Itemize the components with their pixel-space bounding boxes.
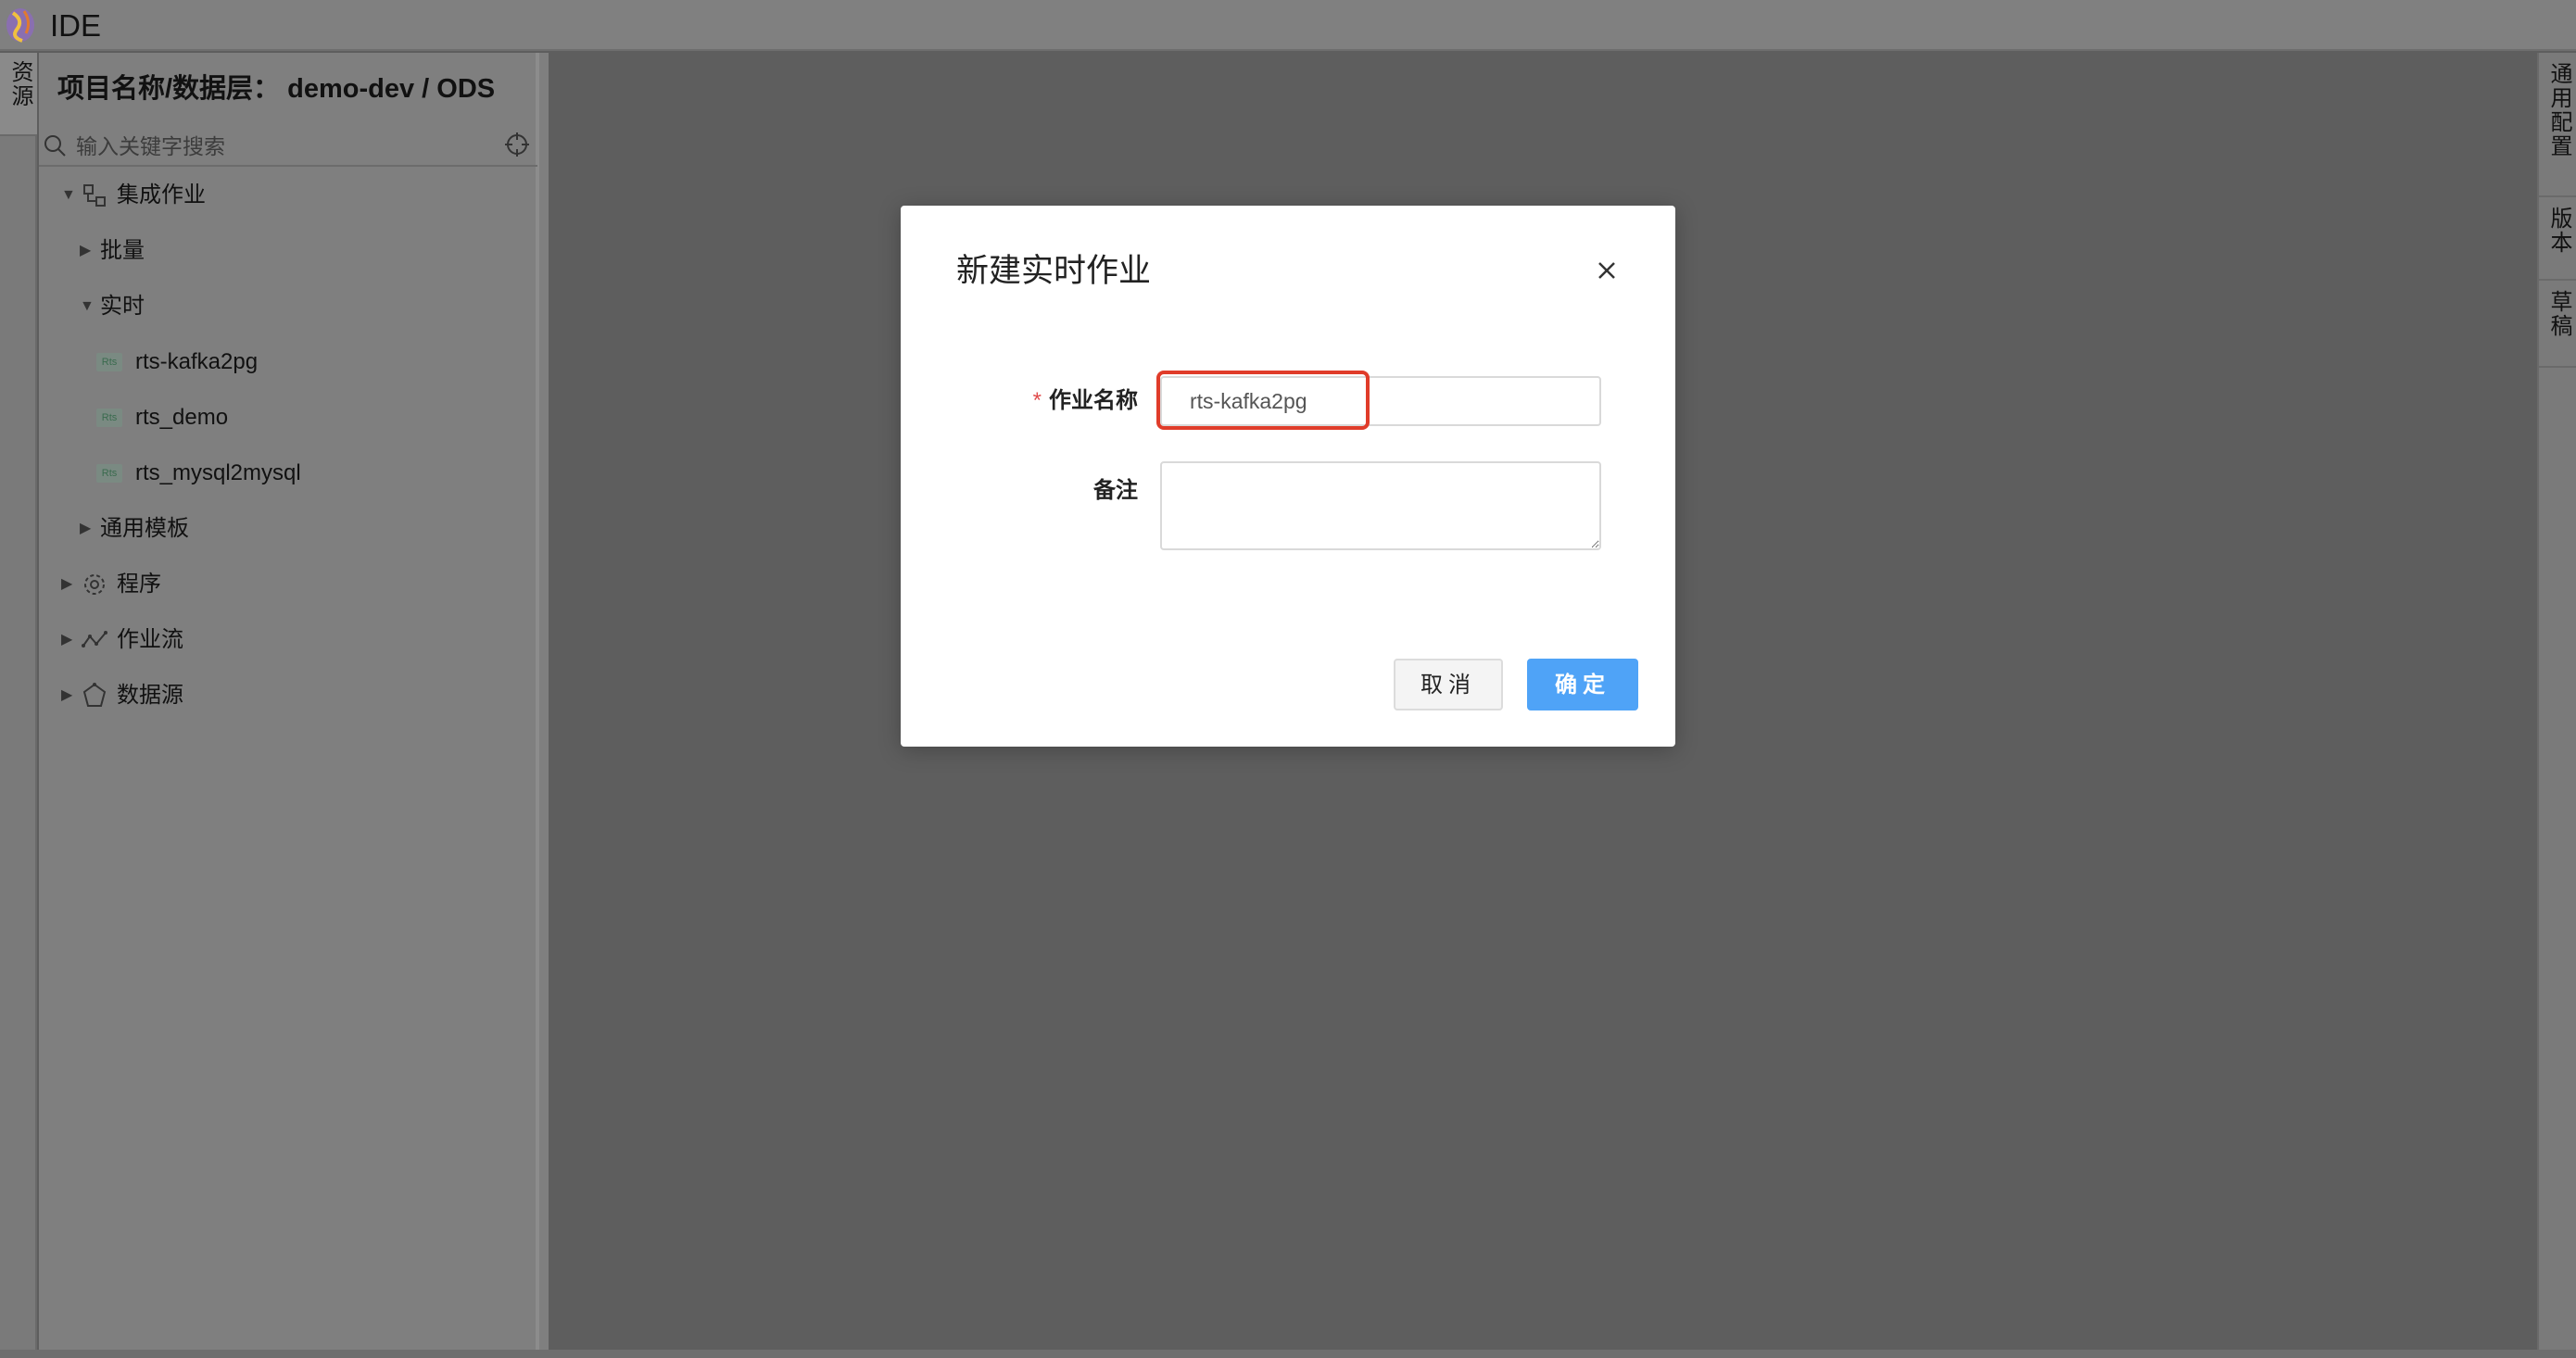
job-name-input[interactable] xyxy=(1160,376,1601,426)
tab-resources[interactable]: 资源 xyxy=(0,53,37,136)
tab-draft-label: 草稿 xyxy=(2546,290,2571,338)
integration-icon xyxy=(83,184,106,207)
datasource-icon xyxy=(82,683,107,707)
app-title: IDE xyxy=(50,8,102,43)
tree-node-label: 集成作业 xyxy=(117,182,206,207)
gear-icon xyxy=(84,574,105,595)
search-input[interactable] xyxy=(74,130,482,163)
tree-node-job-flows[interactable]: ▶ 作业流 xyxy=(61,622,183,659)
app-logo-icon xyxy=(6,8,34,43)
tab-general-config[interactable]: 通用配置 xyxy=(2537,53,2576,197)
tree-node-batch[interactable]: ▶ 批量 xyxy=(80,233,145,270)
tab-version-label: 版本 xyxy=(2546,207,2571,255)
tree-node-rts-kafka2pg[interactable]: Rts rts-kafka2pg xyxy=(96,344,258,381)
close-icon xyxy=(1598,262,1615,279)
tab-general-config-label: 通用配置 xyxy=(2546,62,2571,158)
caret-right-icon: ▶ xyxy=(80,243,92,258)
remark-label: 备注 xyxy=(1093,478,1138,503)
tree-node-label: 批量 xyxy=(100,238,145,263)
tab-version[interactable]: 版本 xyxy=(2537,197,2576,281)
tree-node-label: 通用模板 xyxy=(100,516,189,541)
tree-node-programs[interactable]: ▶ 程序 xyxy=(61,566,161,603)
rts-job-icon: Rts xyxy=(96,464,122,483)
tree-node-common-templates[interactable]: ▶ 通用模板 xyxy=(80,510,189,547)
tree-node-label: rts_mysql2mysql xyxy=(135,460,301,485)
locate-icon[interactable] xyxy=(504,132,530,157)
status-bar xyxy=(0,1350,2576,1358)
job-name-label: * 作业名称 xyxy=(1019,383,1138,420)
tree-node-label: 作业流 xyxy=(117,627,183,652)
tree-node-integration-jobs[interactable]: ▼ 集成作业 xyxy=(61,177,206,214)
required-mark: * xyxy=(1032,388,1042,413)
tree-node-rts-mysql2mysql[interactable]: Rts rts_mysql2mysql xyxy=(96,455,301,492)
tree-node-rts-demo[interactable]: Rts rts_demo xyxy=(96,399,228,436)
sidebar-resize-handle[interactable] xyxy=(536,53,539,1350)
tree-node-label: 程序 xyxy=(117,572,161,597)
remark-textarea[interactable] xyxy=(1160,461,1601,550)
tree-node-data-sources[interactable]: ▶ 数据源 xyxy=(61,677,183,714)
close-button[interactable] xyxy=(1592,254,1622,287)
caret-right-icon: ▶ xyxy=(80,521,92,536)
tree-node-label: 数据源 xyxy=(117,683,183,708)
caret-down-icon: ▼ xyxy=(61,187,76,203)
title-bar xyxy=(0,0,2576,51)
job-name-label-text: 作业名称 xyxy=(1049,388,1138,413)
project-layer-header: 项目名称/数据层： demo-dev / ODS xyxy=(57,74,496,104)
tree-node-realtime[interactable]: ▼ 实时 xyxy=(80,288,145,325)
caret-down-icon: ▼ xyxy=(80,298,95,314)
caret-right-icon: ▶ xyxy=(61,576,73,592)
tab-draft[interactable]: 草稿 xyxy=(2537,281,2576,368)
dialog-title: 新建实时作业 xyxy=(956,253,1152,289)
tree-node-label: rts-kafka2pg xyxy=(135,349,259,374)
rts-job-icon: Rts xyxy=(96,353,122,371)
tree-node-label: rts_demo xyxy=(135,405,229,430)
search-icon xyxy=(44,135,66,157)
cancel-button[interactable]: 取消 xyxy=(1394,659,1503,710)
workflow-icon xyxy=(82,631,107,648)
caret-right-icon: ▶ xyxy=(61,632,73,648)
tab-resources-label: 资源 xyxy=(7,60,32,108)
confirm-button[interactable]: 确定 xyxy=(1527,659,1638,710)
caret-right-icon: ▶ xyxy=(61,687,73,703)
tree-node-label: 实时 xyxy=(100,294,145,319)
left-activity-strip xyxy=(0,53,37,1350)
rts-job-icon: Rts xyxy=(96,409,122,427)
